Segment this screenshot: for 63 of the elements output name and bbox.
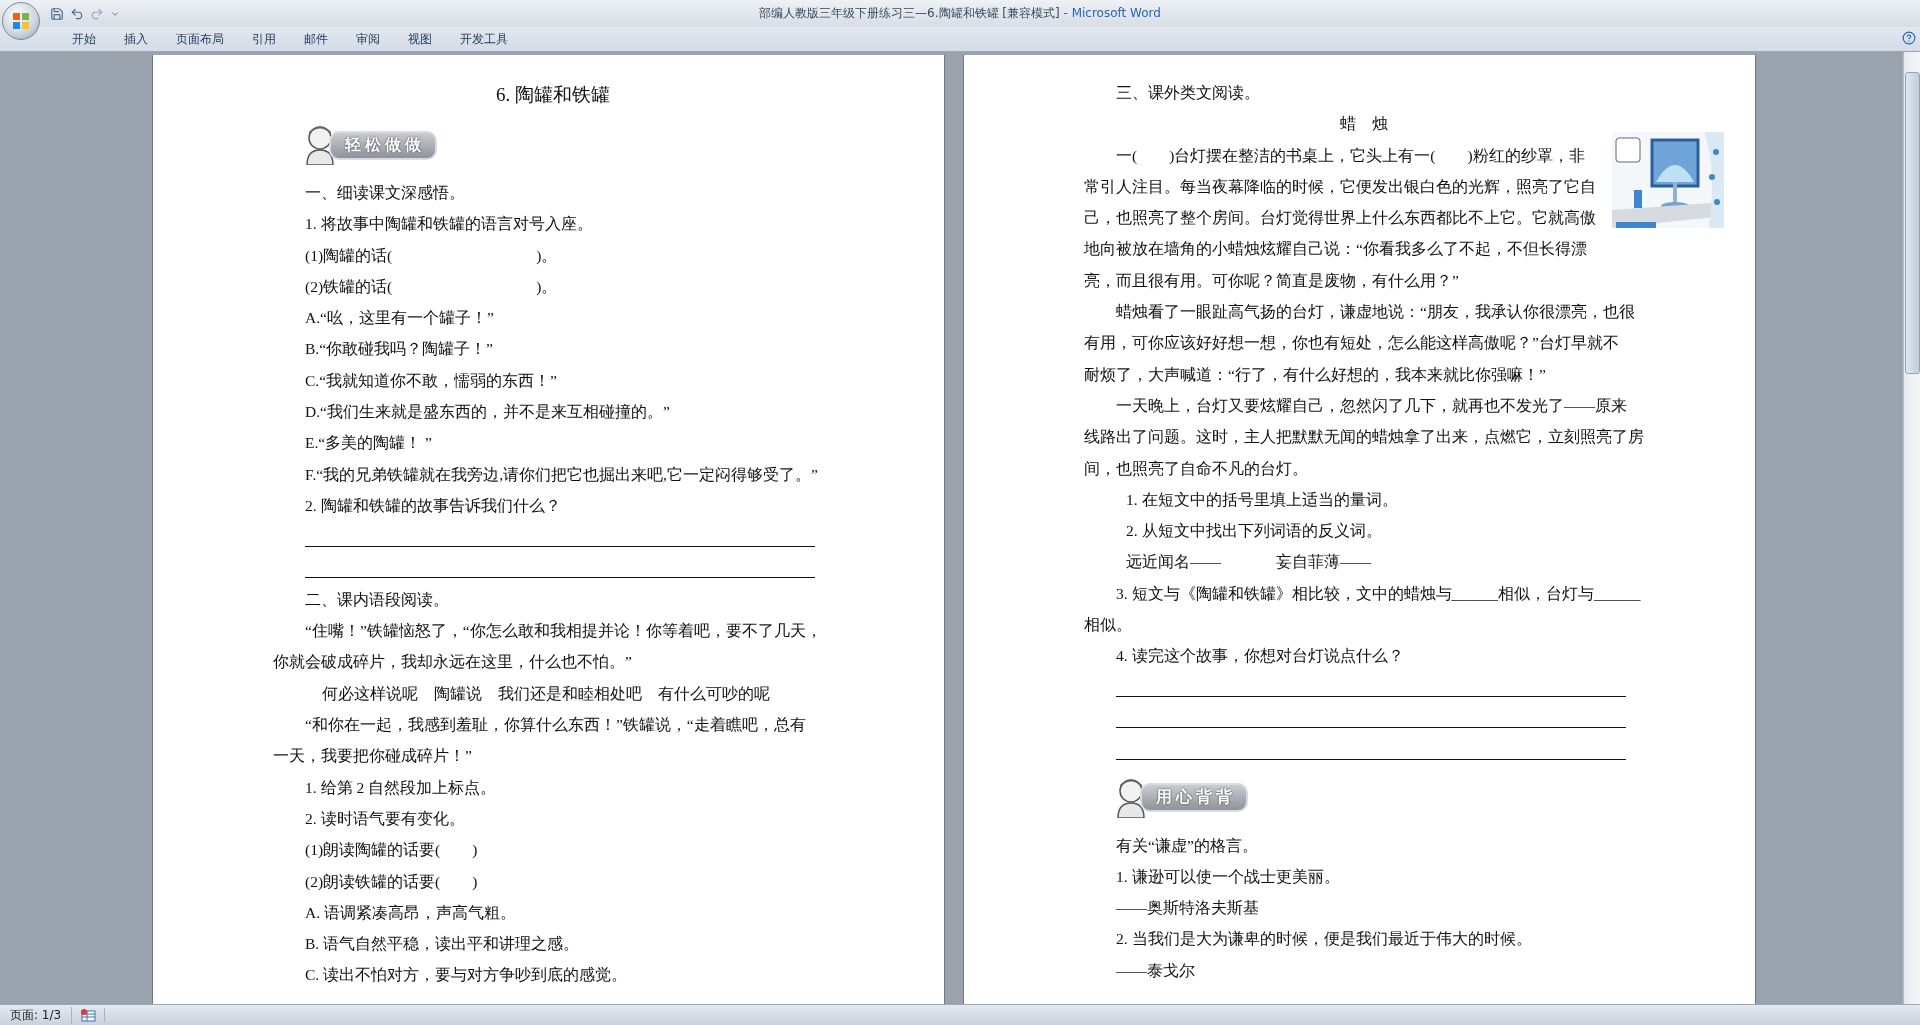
office-button[interactable] bbox=[2, 2, 40, 40]
text-line: C.“我就知道你不敢，懦弱的东西！” bbox=[305, 371, 557, 389]
save-icon[interactable] bbox=[50, 6, 64, 21]
ribbon-tab[interactable]: 开始 bbox=[58, 28, 110, 50]
window-title: 部编人教版三年级下册练习三—6.陶罐和铁罐 [兼容模式] bbox=[759, 6, 1060, 20]
section-banner: 轻松做做 bbox=[329, 130, 437, 160]
section-banner: 用心背背 bbox=[1140, 783, 1248, 813]
text-line: 2. 陶罐和铁罐的故事告诉我们什么？ bbox=[305, 496, 561, 514]
paragraph: “住嘴！”铁罐恼怒了，“你怎么敢和我相提并论！你等着吧，要不了几天， 你就会破成碎片，我却永远在这里，什么也不怕。” bbox=[273, 621, 823, 673]
ribbon-tab[interactable]: 插入 bbox=[110, 28, 162, 50]
text-line: (2)朗读铁罐的话要( ) bbox=[305, 872, 478, 890]
cartoon-figure-icon bbox=[303, 125, 337, 165]
ribbon-tab[interactable]: 页面布局 bbox=[162, 28, 238, 50]
text-line: 4. 读完这个故事，你想对台灯说点什么？ bbox=[1116, 647, 1404, 665]
text-line: E.“多美的陶罐！ ” bbox=[305, 434, 432, 452]
text-line: 三、课外类文阅读。 bbox=[1116, 84, 1260, 101]
text-line: C. 读出不怕对方，要与对方争吵到底的感觉。 bbox=[305, 966, 628, 984]
text-line: 1. 谦逊可以使一个战士更美丽。 bbox=[1116, 867, 1340, 885]
paragraph: 一( )台灯摆在整洁的书桌上，它头上有一( )粉红的纱罩，非 常引人注目。每当夜幕降临的时候，它便发出银白色的光辉，照亮了它自 己，也照亮了整个房间。台灯觉得世界上什么东西都比不上它。它就高傲 地向被放在墙角的小蜡烛炫耀自己说：“你看我多么了不起，不但长得漂 亮，而且很有用。可你呢？简直是废物，有什么用？” bbox=[1084, 145, 1596, 291]
text-line: ——泰戈尔 bbox=[1116, 961, 1195, 979]
question-line: 2. 从短文中找出下列词语的反义词。 bbox=[1126, 522, 1382, 540]
text-line: (1)朗读陶罐的话要( ) bbox=[305, 841, 478, 859]
ribbon-tab[interactable]: 邮件 bbox=[290, 28, 342, 50]
paragraph: 3. 短文与《陶罐和铁罐》相比较，文中的蜡烛与______相似，台灯与______ 相似。 bbox=[1084, 583, 1642, 636]
ribbon-tab[interactable]: 视图 bbox=[394, 28, 446, 50]
ribbon-tab[interactable]: 引用 bbox=[238, 28, 290, 50]
text-line: F.“我的兄弟铁罐就在我旁边,请你们把它也掘出来吧,它一定闷得够受了。” bbox=[305, 465, 818, 483]
text-line: 2. 当我们是大为谦卑的时候，便是我们最近于伟大的时候。 bbox=[1116, 930, 1532, 948]
text-line: 一、细读课文深感悟。 bbox=[305, 184, 465, 201]
text-line: 1. 给第 2 自然段加上标点。 bbox=[305, 778, 496, 796]
text-line: ——奥斯特洛夫斯基 bbox=[1116, 899, 1259, 917]
question-line: 1. 在短文中的括号里填上适当的量词。 bbox=[1126, 490, 1398, 508]
paragraph: 蜡烛看了一眼趾高气扬的台灯，谦虚地说：“朋友，我承认你很漂亮，也很 有用，可你应该好好想一想，你也有短处，怎么能这样高傲呢？”台灯早就不 耐烦了，大声喊道：“行了，有什么好想的，我本来就比你强嘛！” bbox=[1084, 302, 1636, 385]
text-line: (2)铁罐的话( )。 bbox=[305, 277, 558, 295]
text-line: A. 语调紧凑高昂，声高气粗。 bbox=[305, 903, 516, 921]
paragraph: “和你在一起，我感到羞耻，你算什么东西！”铁罐说，“走着瞧吧，总有 一天，我要把你碰成碎片！” bbox=[273, 715, 807, 767]
text-line: 1. 将故事中陶罐和铁罐的语言对号入座。 bbox=[305, 215, 593, 233]
text-line: B.“你敢碰我吗？陶罐子！” bbox=[305, 340, 493, 358]
text-line: 2. 读时语气要有变化。 bbox=[305, 809, 465, 827]
app-name: - Microsoft Word bbox=[1062, 6, 1161, 20]
undo-icon[interactable] bbox=[70, 6, 84, 21]
redo-icon[interactable] bbox=[90, 6, 104, 21]
text-line: 有关“谦虚”的格言。 bbox=[1116, 836, 1258, 854]
paragraph: 一天晚上，台灯又要炫耀自己，忽然闪了几下，就再也不发光了——原来 线路出了问题。这时，主人把默默无闻的蜡烛拿了出来，点燃它，立刻照亮了房 间，也照亮了自命不凡的台灯。 bbox=[1084, 395, 1645, 479]
text-line: A.“吆，这里有一个罐子！” bbox=[305, 309, 494, 327]
scrollbar[interactable] bbox=[1903, 52, 1920, 1004]
word-prompt: 远近闻名—— bbox=[1126, 552, 1221, 573]
cartoon-figure-icon bbox=[1114, 777, 1148, 818]
story-title: 蜡 烛 bbox=[1340, 115, 1388, 133]
text-line: 二、课内语段阅读。 bbox=[305, 590, 449, 608]
document-title: 6. 陶罐和铁罐 bbox=[496, 84, 610, 105]
scroll-thumb[interactable] bbox=[1904, 72, 1920, 374]
office-logo-icon[interactable] bbox=[12, 12, 30, 30]
help-icon[interactable] bbox=[1902, 31, 1916, 45]
ribbon-tab[interactable]: 开发工具 bbox=[446, 28, 522, 50]
text-line: 何必这样说呢 陶罐说 我们还是和睦相处吧 有什么可吵的呢 bbox=[322, 684, 770, 702]
text-line: (1)陶罐的话( )。 bbox=[305, 246, 558, 264]
text-line: B. 语气自然平稳，读出平和讲理之感。 bbox=[305, 935, 580, 953]
word-prompt: 妄自菲薄—— bbox=[1276, 552, 1371, 573]
text-line: D.“我们生来就是盛东西的，并不是来互相碰撞的。” bbox=[305, 403, 670, 421]
table-icon[interactable] bbox=[80, 1008, 97, 1022]
page-count[interactable]: 页面: 1/3 bbox=[0, 1006, 73, 1024]
ribbon-tab[interactable]: 审阅 bbox=[342, 28, 394, 50]
